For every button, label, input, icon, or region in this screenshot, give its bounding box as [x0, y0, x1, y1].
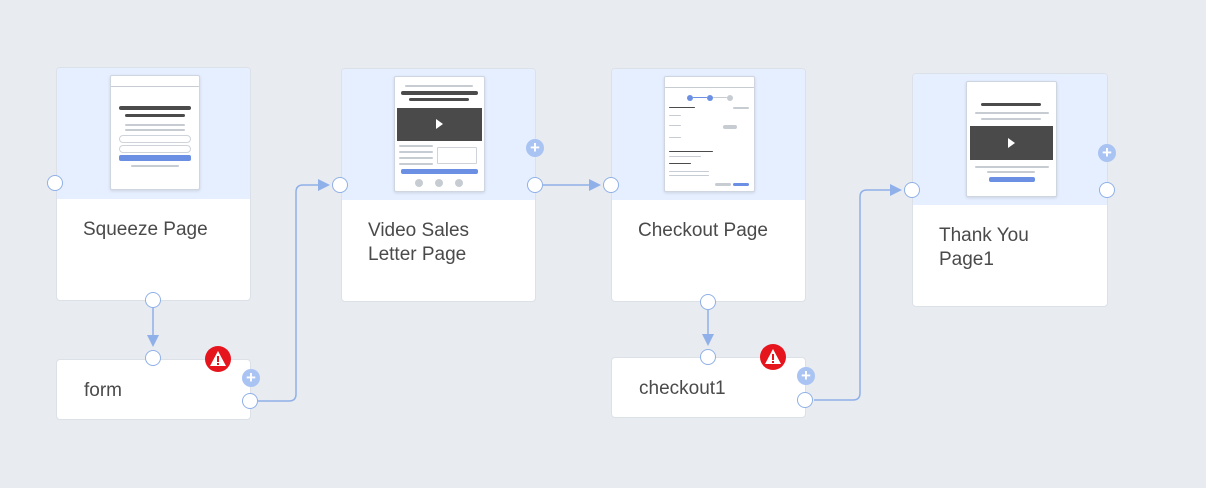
page-thumbnail[interactable] — [110, 75, 200, 190]
step-card-thank-you-page1[interactable]: Thank You Page1 — [912, 73, 1108, 307]
output-port[interactable] — [797, 392, 813, 408]
output-port[interactable] — [1099, 182, 1115, 198]
input-port[interactable] — [145, 350, 161, 366]
input-port[interactable] — [47, 175, 63, 191]
input-port[interactable] — [603, 177, 619, 193]
warning-icon[interactable] — [760, 344, 786, 370]
connector-form-to-vsl — [258, 179, 330, 402]
page-preview-area — [913, 74, 1107, 205]
page-preview-area — [57, 68, 250, 199]
play-icon — [436, 119, 443, 129]
add-step-plus-icon[interactable]: + — [526, 139, 544, 157]
add-step-plus-icon[interactable]: + — [1098, 144, 1116, 162]
warning-icon[interactable] — [205, 346, 231, 372]
step-title: Checkout Page — [638, 220, 768, 241]
element-label: checkout1 — [639, 378, 726, 399]
video-preview — [970, 126, 1053, 160]
connector-checkout1-to-thankyou — [814, 184, 902, 401]
page-preview-area — [342, 69, 535, 200]
funnel-canvas[interactable]: Squeeze Page Video Sales Letter Page Che… — [0, 0, 1206, 488]
input-port[interactable] — [904, 182, 920, 198]
step-card-squeeze-page[interactable]: Squeeze Page — [56, 67, 251, 301]
play-icon — [1008, 138, 1015, 148]
page-thumbnail[interactable] — [966, 81, 1057, 197]
output-port[interactable] — [145, 292, 161, 308]
input-port[interactable] — [332, 177, 348, 193]
step-title: Video Sales Letter Page — [368, 220, 470, 265]
output-port[interactable] — [527, 177, 543, 193]
output-port[interactable] — [242, 393, 258, 409]
page-thumbnail[interactable] — [664, 76, 755, 192]
add-step-plus-icon[interactable]: + — [797, 367, 815, 385]
element-label: form — [84, 380, 122, 401]
page-thumbnail[interactable] — [394, 76, 485, 192]
step-card-video-sales-letter-page[interactable]: Video Sales Letter Page — [341, 68, 536, 302]
page-preview-area — [612, 69, 805, 200]
step-title: Squeeze Page — [83, 219, 208, 240]
add-step-plus-icon[interactable]: + — [242, 369, 260, 387]
step-card-checkout-page[interactable]: Checkout Page — [611, 68, 806, 302]
video-preview — [397, 108, 482, 141]
input-port[interactable] — [700, 349, 716, 365]
output-port[interactable] — [700, 294, 716, 310]
step-title: Thank You Page1 — [939, 225, 1029, 270]
